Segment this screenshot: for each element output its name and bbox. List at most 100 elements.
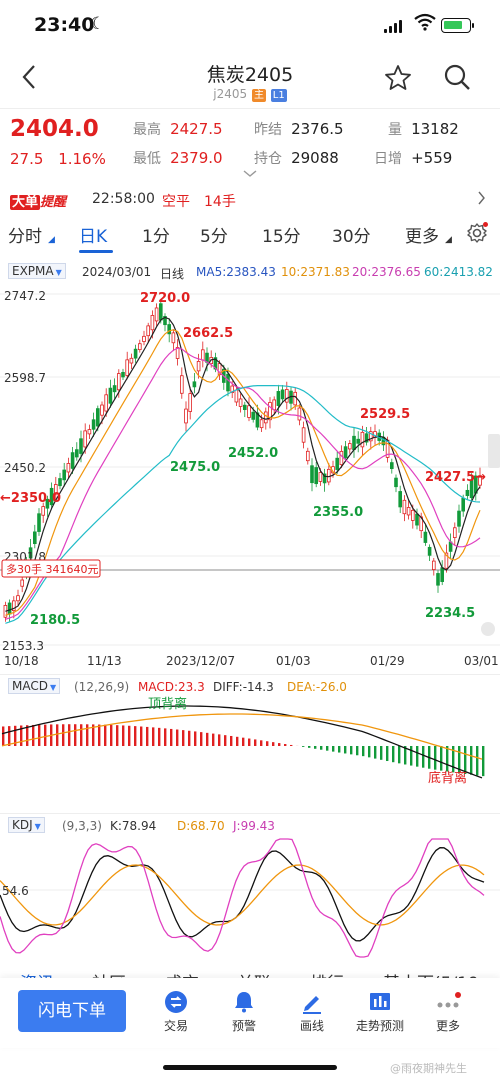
indicator-date: 2024/03/01	[82, 265, 152, 279]
oi-label: 持仓	[254, 151, 282, 167]
indicator-selector[interactable]: EXPMA ▼	[8, 263, 66, 279]
kdj-name: KDJ	[12, 818, 33, 832]
chart-scroll-handle[interactable]	[488, 434, 500, 468]
candle	[79, 438, 83, 454]
macd-bar	[194, 731, 197, 746]
candle	[326, 468, 331, 483]
tab-15min-label: 15分	[262, 227, 301, 247]
quick-order-button[interactable]: 闪电下单	[18, 990, 126, 1032]
candle	[58, 478, 62, 487]
candle	[280, 389, 285, 400]
macd-bar	[464, 746, 467, 774]
macd-bar	[170, 728, 173, 746]
macd-bar	[68, 724, 71, 746]
annotation-2427: 2427.5→	[425, 470, 486, 485]
candle	[83, 430, 88, 448]
candle	[427, 546, 432, 556]
alert-button[interactable]: 预警	[212, 990, 276, 1034]
book-chart-icon	[370, 993, 390, 1010]
candle	[171, 332, 176, 344]
macd-bar	[410, 746, 413, 766]
tab-more[interactable]: 更多 ◢	[405, 222, 452, 247]
last-price: 2404.0	[10, 116, 99, 142]
macd-bar	[242, 737, 245, 746]
macd-bar	[302, 746, 305, 747]
x-tick-3: 2023/12/07	[166, 654, 235, 668]
candle	[133, 348, 138, 359]
macd-chart[interactable]: 顶背离 底背离	[0, 696, 500, 808]
candle	[251, 411, 256, 420]
macd-bar	[176, 729, 179, 746]
annotation-high-2720: 2720.0	[140, 291, 190, 306]
macd-legend: MACD ▼ (12,26,9) MACD:23.3 DIFF:-14.3 DEA…	[0, 674, 500, 696]
gear-icon[interactable]	[466, 222, 488, 248]
annotation-2529: 2529.5	[360, 407, 410, 422]
macd-bar	[440, 746, 443, 771]
macd-bar	[476, 746, 479, 776]
trend-forecast-button[interactable]: 走势预测	[348, 990, 412, 1034]
chevron-right-icon	[478, 190, 486, 209]
more-button[interactable]: 更多	[416, 990, 480, 1034]
tab-5min[interactable]: 5分	[200, 222, 228, 247]
more-label: 更多	[435, 1019, 460, 1033]
candle	[263, 411, 268, 424]
macd-bar	[62, 724, 65, 746]
candle	[142, 335, 146, 342]
tab-15min[interactable]: 15分	[262, 222, 301, 247]
macd-bar	[8, 726, 11, 746]
macd-bar	[290, 744, 293, 746]
chart-reset-icon[interactable]	[481, 622, 495, 636]
candle	[347, 443, 352, 450]
macd-bar	[152, 727, 155, 746]
trend-forecast-label: 走势预测	[355, 1019, 404, 1033]
candle	[410, 509, 415, 521]
kdj-selector[interactable]: KDJ ▼	[8, 817, 45, 833]
ma20-value: 20:2376.65	[352, 265, 421, 279]
macd-bar	[98, 724, 101, 746]
candle	[117, 373, 121, 391]
candle	[20, 579, 24, 587]
tab-intraday[interactable]: 分时 ◢	[8, 222, 55, 247]
macd-bar	[446, 746, 449, 772]
status-time: 23:40	[34, 14, 95, 36]
trade-button[interactable]: 交易	[144, 990, 208, 1034]
candle	[125, 359, 130, 376]
macd-bar	[128, 725, 131, 746]
bell-icon	[235, 992, 253, 1013]
indicator-period: 日线	[160, 267, 185, 281]
x-tick-5: 01/29	[370, 654, 405, 668]
candle	[247, 405, 251, 418]
draw-button[interactable]: 画线	[280, 990, 344, 1034]
low-stat: 最低 2379.0	[133, 148, 223, 168]
tab-30min[interactable]: 30分	[332, 222, 371, 247]
search-icon[interactable]	[442, 62, 472, 92]
candle	[112, 385, 117, 393]
candle	[276, 391, 281, 406]
main-tag: 主	[251, 89, 266, 102]
daychg-value: +559	[411, 149, 453, 167]
candlestick-chart[interactable]: 2747.2 2598.7 2450.2 2301.8 2153.3 10/18…	[0, 284, 500, 674]
macd-bar	[386, 746, 389, 762]
macd-selector[interactable]: MACD ▼	[8, 678, 61, 694]
kdj-chart[interactable]: 54.6	[0, 835, 500, 963]
expand-chevron-icon[interactable]	[243, 168, 257, 181]
tab-daily-label: 日K	[79, 227, 108, 247]
alert-label: 预警	[231, 1019, 256, 1033]
prev-settle-stat: 昨结 2376.5	[254, 119, 344, 139]
big-order-alert[interactable]: 大单 提醒 22:58:00 空平 14手	[0, 186, 500, 214]
candle	[305, 450, 310, 462]
contract-code-text: j2405	[213, 87, 248, 101]
star-icon[interactable]	[384, 64, 412, 99]
macd-bar	[284, 744, 287, 746]
y-tick-3: 2450.2	[4, 461, 46, 475]
candle	[398, 491, 402, 508]
macd-bar	[272, 742, 275, 746]
macd-bar	[164, 728, 167, 746]
candle	[310, 465, 314, 484]
tab-1min[interactable]: 1分	[142, 222, 170, 247]
high-stat: 最高 2427.5	[133, 119, 223, 139]
tab-daily[interactable]: 日K	[79, 222, 107, 247]
macd-params: (12,26,9)	[74, 680, 130, 694]
candle	[272, 399, 276, 411]
vol-value: 13182	[411, 120, 459, 138]
